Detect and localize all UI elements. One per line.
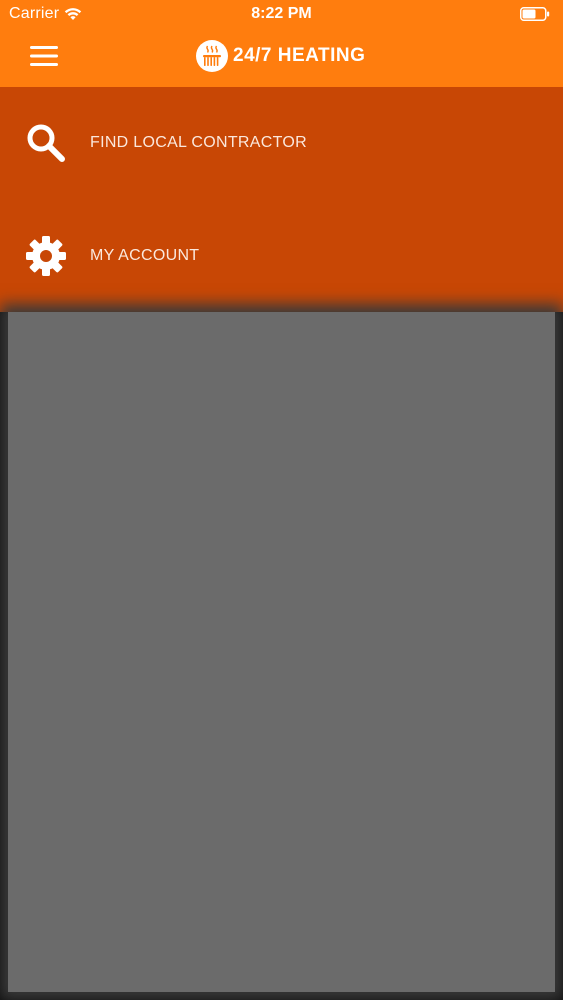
radiator-logo-icon [196,40,228,72]
brand-title: 24/7 HEATING [233,45,366,66]
search-glyph [27,124,65,162]
hamburger-menu-icon[interactable] [26,38,62,74]
menu-item-label: FIND LOCAL CONTRACTOR [90,134,307,151]
battery-icon [520,7,550,21]
menu-item-label: MY ACCOUNT [90,247,200,264]
gear-icon [24,234,68,278]
menu-item-find-local-contractor[interactable]: FIND LOCAL CONTRACTOR [0,87,563,199]
menu-item-my-account[interactable]: MY ACCOUNT [0,200,563,312]
gear-glyph [26,236,66,276]
dimmed-content-overlay[interactable] [0,312,563,1000]
brand-logo: 24/7 HEATING [196,40,365,72]
status-time: 8:22 PM [251,5,312,22]
status-bar: Carrier 8:22 PM [0,0,563,30]
dimmed-content-area [8,312,555,992]
app-header: Carrier 8:22 PM 24/7 HEATING [0,0,563,87]
navigation-menu: FIND LOCAL CONTRACTOR MY ACCOUNT [0,87,563,312]
hamburger-menu-glyph [30,46,58,66]
search-icon [24,121,68,165]
